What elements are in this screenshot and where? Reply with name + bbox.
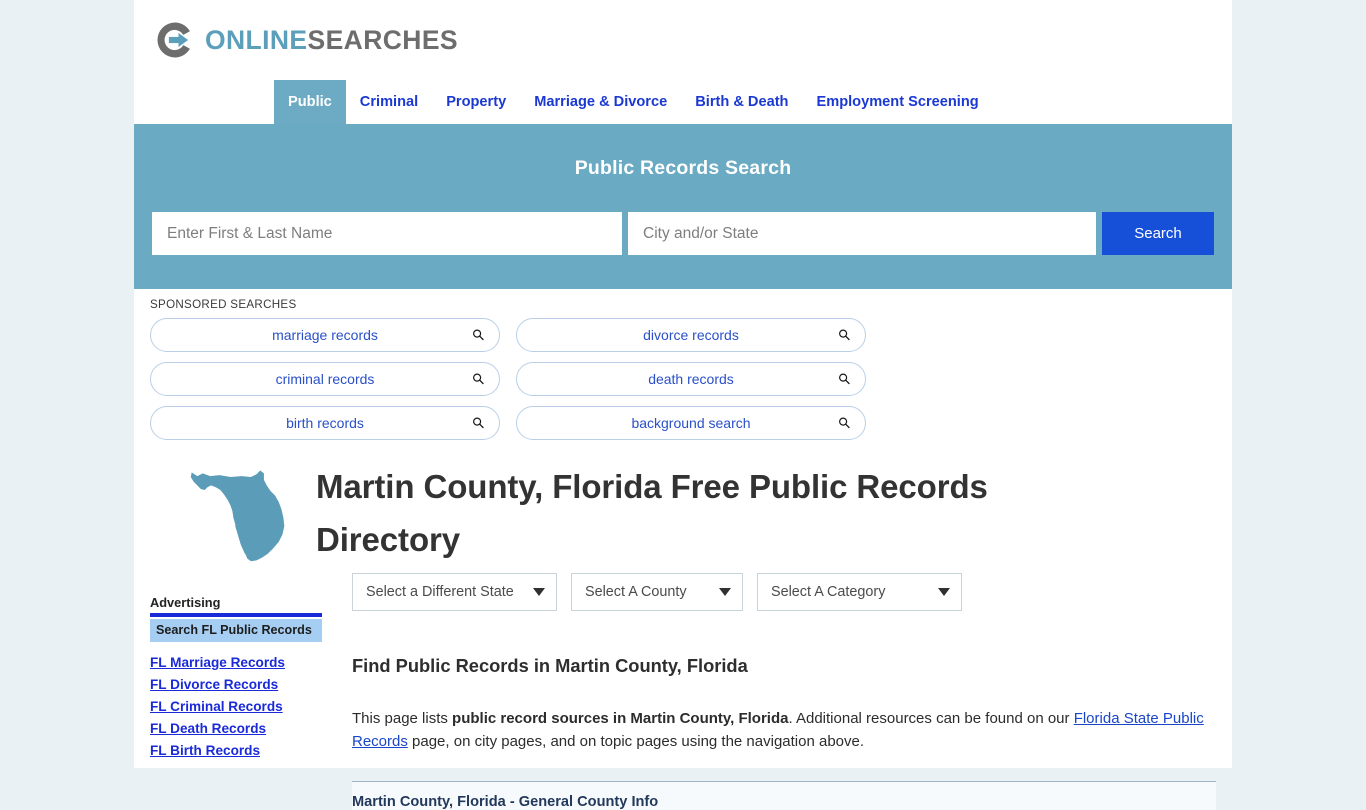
sponsored-pill-divorce-records[interactable]: divorce records [516, 318, 866, 352]
logo-word-searches: SEARCHES [307, 24, 458, 55]
hero-title-block: Martin County, Florida Free Public Recor… [134, 440, 1232, 567]
nav-label: Birth & Death [695, 94, 789, 110]
search-button[interactable]: Search [1102, 212, 1214, 255]
nav-item-birth-death[interactable]: Birth & Death [681, 80, 802, 124]
intro-paragraph: This page lists public record sources in… [352, 708, 1214, 754]
select-state-dropdown[interactable]: Select a Different State [352, 572, 557, 611]
search-icon [473, 329, 484, 341]
sponsored-pill-grid: marriage records divorce records crimina… [150, 318, 1216, 440]
florida-state-map-icon [190, 470, 285, 562]
ad-link-fl-death-records[interactable]: FL Death Records [150, 721, 322, 736]
site-header: ONLINESEARCHES [134, 0, 1232, 80]
public-records-search-band: Public Records Search Search [134, 124, 1232, 289]
paragraph-text-3: page, on city pages, and on topic pages … [407, 732, 865, 750]
select-label: Select A County [585, 583, 687, 600]
ad-link-fl-criminal-records[interactable]: FL Criminal Records [150, 699, 322, 714]
paragraph-bold-1: public record sources in Martin County, … [452, 709, 789, 727]
content-columns: Advertising Search FL Public Records FL … [134, 567, 1232, 810]
ad-link-fl-birth-records[interactable]: FL Birth Records [150, 743, 322, 758]
filter-select-row: Select a Different State Select A County… [352, 572, 1216, 611]
paragraph-text-2: . Additional resources can be found on o… [788, 709, 1074, 727]
select-label: Select A Category [771, 583, 886, 600]
search-icon [473, 417, 484, 429]
select-label: Select a Different State [366, 583, 514, 600]
logo-word-online: ONLINE [205, 24, 308, 55]
search-input-name[interactable] [152, 212, 622, 255]
logo-wordmark: ONLINESEARCHES [205, 25, 458, 56]
logo-circle-arrow-icon [157, 22, 190, 58]
nav-label: Public [288, 94, 332, 110]
pill-label: divorce records [643, 327, 739, 343]
page-title: Martin County, Florida Free Public Recor… [316, 468, 988, 559]
sponsored-pill-birth-records[interactable]: birth records [150, 406, 500, 440]
sponsored-pill-death-records[interactable]: death records [516, 362, 866, 396]
search-fl-public-records-banner[interactable]: Search FL Public Records [150, 618, 322, 642]
nav-label: Property [446, 94, 507, 110]
sponsored-searches-section: SPONSORED SEARCHES marriage records divo… [134, 289, 1232, 440]
chevron-down-icon [938, 587, 950, 596]
pill-label: death records [648, 371, 734, 387]
select-county-dropdown[interactable]: Select A County [571, 572, 743, 611]
ad-link-fl-marriage-records[interactable]: FL Marriage Records [150, 655, 322, 670]
nav-item-property[interactable]: Property [432, 80, 520, 124]
nav-label: Marriage & Divorce [534, 94, 668, 110]
chevron-down-icon [719, 587, 731, 596]
search-icon [839, 329, 850, 341]
main-navigation: Public Criminal Property Marriage & Divo… [134, 80, 1232, 124]
advertising-link-list: FL Marriage Records FL Divorce Records F… [150, 655, 322, 758]
nav-item-public[interactable]: Public [274, 80, 346, 124]
pill-label: criminal records [275, 371, 375, 387]
select-category-dropdown[interactable]: Select A Category [757, 572, 962, 611]
search-form: Search [152, 212, 1214, 255]
pill-label: marriage records [272, 327, 378, 343]
nav-label: Criminal [359, 94, 419, 110]
table-title: Martin County, Florida - General County … [352, 793, 659, 810]
main-content-column: Select a Different State Select A County… [322, 567, 1216, 810]
nav-item-criminal[interactable]: Criminal [346, 80, 432, 124]
paragraph-text-1: This page lists [352, 709, 453, 727]
advertising-sidebar: Advertising Search FL Public Records FL … [150, 567, 322, 810]
search-band-title: Public Records Search [574, 157, 792, 179]
section-heading: Find Public Records in Martin County, Fl… [352, 654, 748, 676]
sponsored-pill-background-search[interactable]: background search [516, 406, 866, 440]
nav-label: Employment Screening [816, 94, 979, 110]
advertising-heading: Advertising [150, 595, 322, 617]
general-county-info-table: Martin County, Florida - General County … [352, 781, 1216, 810]
nav-item-employment-screening[interactable]: Employment Screening [802, 80, 992, 124]
chevron-down-icon [533, 587, 545, 596]
nav-item-marriage-divorce[interactable]: Marriage & Divorce [520, 80, 681, 124]
ad-link-fl-divorce-records[interactable]: FL Divorce Records [150, 677, 322, 692]
sponsored-pill-marriage-records[interactable]: marriage records [150, 318, 500, 352]
pill-label: background search [631, 415, 751, 431]
sponsored-searches-label: SPONSORED SEARCHES [150, 298, 297, 311]
page-container: ONLINESEARCHES Public Criminal Property … [134, 0, 1232, 810]
search-icon [473, 373, 484, 385]
search-input-city-state[interactable] [628, 212, 1096, 255]
pill-label: birth records [286, 415, 364, 431]
sponsored-pill-criminal-records[interactable]: criminal records [150, 362, 500, 396]
search-icon [839, 417, 850, 429]
site-logo[interactable]: ONLINESEARCHES [154, 19, 458, 61]
search-icon [839, 373, 850, 385]
